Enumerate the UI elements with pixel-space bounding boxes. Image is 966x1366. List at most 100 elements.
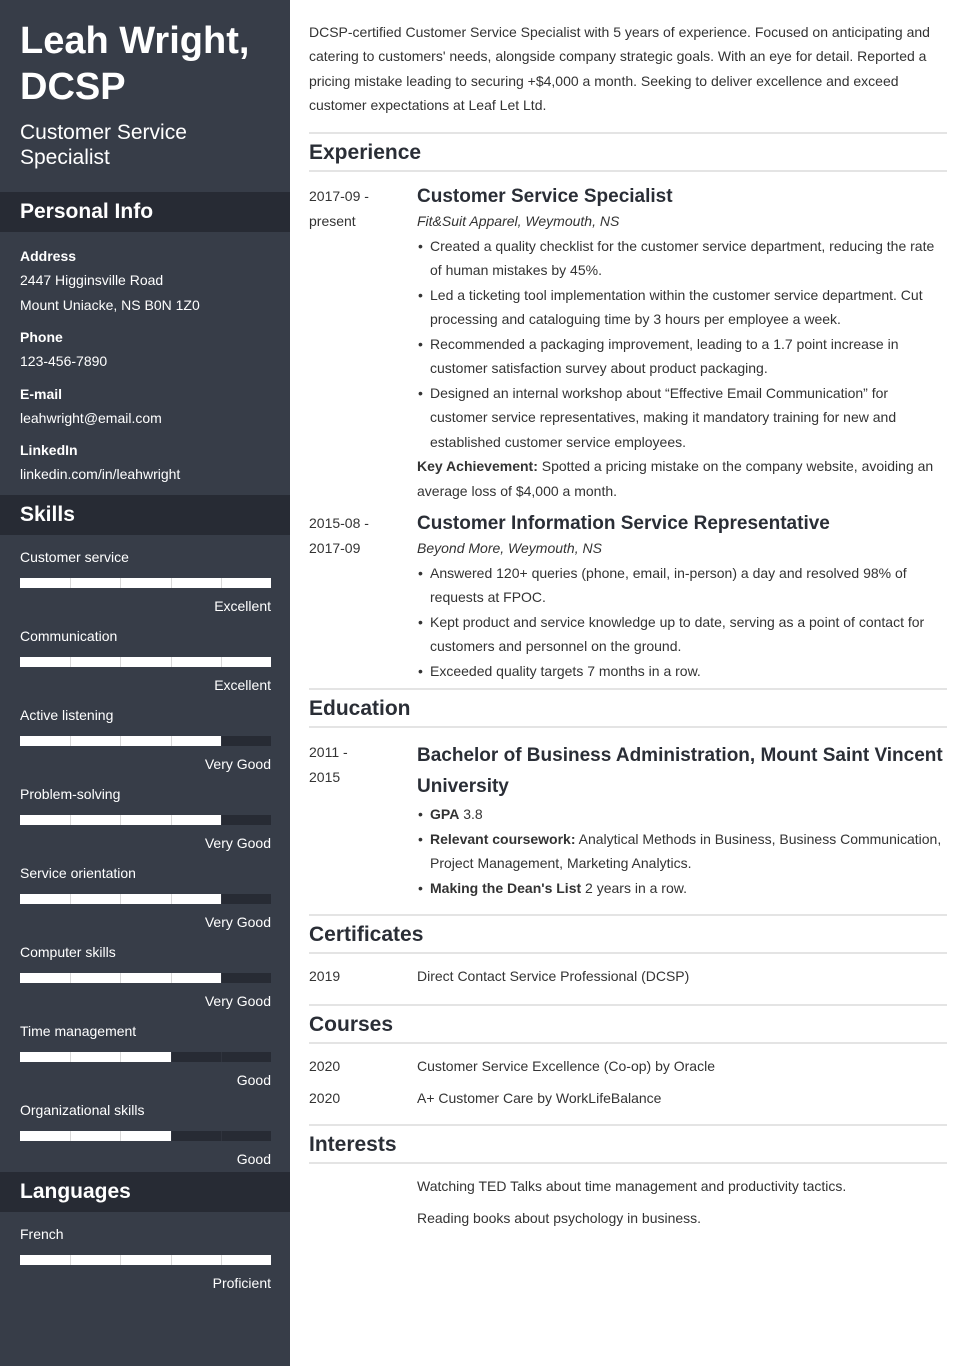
skill-level: Very Good bbox=[204, 834, 271, 851]
row-name: Direct Contact Service Professional (DCS… bbox=[417, 968, 690, 985]
skill-item: Communication Excellent bbox=[20, 624, 271, 703]
skill-rating-divider bbox=[70, 1254, 72, 1265]
row-year: 2020 bbox=[309, 1090, 341, 1107]
main-content: DCSP-certified Customer Service Speciali… bbox=[309, 0, 947, 1234]
skill-rating-divider bbox=[170, 577, 172, 588]
skill-rating-bar bbox=[20, 1254, 271, 1265]
address-group: Address 2447 Higginsville Road Mount Uni… bbox=[20, 244, 270, 317]
skill-item: Service orientation Very Good bbox=[20, 861, 271, 940]
education-bullets: GPA 3.8 Relevant coursework: Analytical … bbox=[417, 802, 947, 900]
skill-rating-fill bbox=[20, 1254, 271, 1265]
gpa-item: GPA 3.8 bbox=[417, 802, 947, 827]
key-achievement: Key Achievement: Spotted a pricing mista… bbox=[417, 454, 947, 503]
interest-spacer bbox=[309, 1202, 417, 1234]
title-line-1: Customer Service bbox=[20, 121, 187, 144]
skill-rating-divider bbox=[70, 893, 72, 904]
courses-list: 2020 Customer Service Excellence (Co-op) … bbox=[309, 1050, 947, 1114]
skill-rating-bar bbox=[20, 656, 271, 667]
skill-name: Problem-solving bbox=[20, 785, 121, 802]
skill-level: Excellent bbox=[214, 597, 271, 614]
skills-heading: Skills bbox=[0, 494, 290, 535]
experience-entry: 2017-09 - present Customer Service Special… bbox=[309, 184, 947, 503]
skill-rating-bar bbox=[20, 893, 271, 904]
skill-rating-divider bbox=[220, 735, 222, 746]
title-line-2: Specialist bbox=[20, 146, 110, 169]
email-label: E-mail bbox=[20, 385, 63, 402]
sidebar: Leah Wright, DCSP Customer Service Speci… bbox=[0, 0, 290, 1366]
skill-rating-divider bbox=[120, 814, 122, 825]
education-body: Bachelor of Business Administration, Mou… bbox=[417, 740, 947, 900]
skill-rating-bar bbox=[20, 1051, 271, 1062]
skill-name: Active listening bbox=[20, 706, 114, 723]
skill-item: Time management Good bbox=[20, 1019, 271, 1098]
row-name: Customer Service Excellence (Co-op) by O… bbox=[417, 1058, 715, 1075]
skill-rating-divider bbox=[120, 577, 122, 588]
interest-spacer bbox=[309, 1170, 417, 1202]
skill-rating-fill bbox=[20, 577, 271, 588]
job-title: Customer Service Specialist bbox=[0, 110, 290, 170]
skill-rating-divider bbox=[170, 893, 172, 904]
skill-rating-fill bbox=[20, 1130, 171, 1141]
coursework-label: Relevant coursework: bbox=[430, 830, 576, 847]
skill-rating-divider bbox=[120, 1130, 122, 1141]
skill-rating-divider bbox=[120, 735, 122, 746]
responsibility-item: Designed an internal workshop about “Eff… bbox=[417, 381, 947, 455]
gpa-value: 3.8 bbox=[459, 806, 483, 823]
skill-level: Good bbox=[236, 1071, 271, 1088]
skill-item: Computer skills Very Good bbox=[20, 940, 271, 1019]
address-line-1: 2447 Higginsville Road bbox=[20, 272, 164, 288]
skill-rating-divider bbox=[170, 972, 172, 983]
deans-list-value: 2 years in a row. bbox=[581, 879, 687, 896]
skill-rating-divider bbox=[170, 735, 172, 746]
row-year: 2019 bbox=[309, 968, 341, 985]
skill-rating-fill bbox=[20, 1051, 171, 1062]
summary: DCSP-certified Customer Service Speciali… bbox=[309, 24, 930, 113]
linkedin-group: LinkedIn linkedin.com/in/leahwright bbox=[20, 438, 270, 487]
list-row: 2019 Direct Contact Service Professional … bbox=[309, 960, 947, 992]
responsibility-item: Created a quality checklist for the cust… bbox=[417, 234, 947, 283]
skill-name: Communication bbox=[20, 627, 118, 644]
skill-rating-divider bbox=[170, 1254, 172, 1265]
skill-rating-divider bbox=[120, 893, 122, 904]
skill-rating-divider bbox=[70, 735, 72, 746]
skill-rating-divider bbox=[120, 1254, 122, 1265]
skill-name: Organizational skills bbox=[20, 1101, 145, 1118]
skill-rating-bar bbox=[20, 814, 271, 825]
gpa-label: GPA bbox=[430, 806, 460, 823]
skill-name: Time management bbox=[20, 1022, 137, 1039]
position-title: Customer Information Service Representat… bbox=[417, 513, 830, 535]
experience-body: Customer Service Specialist Fit&Suit Appa… bbox=[417, 184, 947, 503]
coursework-item: Relevant coursework: Analytical Methods … bbox=[417, 827, 947, 876]
skill-rating-divider bbox=[70, 1051, 72, 1062]
address-line-2: Mount Uniacke, NS B0N 1Z0 bbox=[20, 296, 200, 313]
skill-rating-divider bbox=[120, 1051, 122, 1062]
skill-item: Problem-solving Very Good bbox=[20, 782, 271, 861]
skill-item: Active listening Very Good bbox=[20, 703, 271, 782]
skill-rating-divider bbox=[220, 1254, 222, 1265]
education-entry: 2011 - 2015 Bachelor of Business Adminis… bbox=[309, 740, 947, 900]
interest-item: Reading books about psychology in busine… bbox=[309, 1202, 947, 1234]
linkedin-label: LinkedIn bbox=[20, 442, 78, 458]
responsibilities-list: Answered 120+ queries (phone, email, in-… bbox=[417, 561, 947, 684]
skill-rating-bar bbox=[20, 972, 271, 983]
skill-item: French Proficient bbox=[20, 1222, 271, 1301]
skill-rating-divider bbox=[70, 656, 72, 667]
skill-rating-fill bbox=[20, 656, 271, 667]
skill-name: Customer service bbox=[20, 548, 129, 565]
company-name: Fit&Suit Apparel, Weymouth, NS bbox=[417, 213, 620, 230]
education-date-end: 2015 bbox=[309, 768, 341, 785]
row-year: 2020 bbox=[309, 1058, 341, 1075]
responsibility-item: Recommended a packaging improvement, lea… bbox=[417, 332, 947, 381]
personal-info-heading: Personal Info bbox=[0, 192, 290, 232]
skill-level: Good bbox=[236, 1150, 271, 1167]
deans-list-item: Making the Dean's List 2 years in a row. bbox=[417, 876, 947, 901]
skill-level: Very Good bbox=[204, 755, 271, 772]
candidate-name: Leah Wright, DCSP bbox=[0, 0, 290, 110]
experience-date: 2015-08 - 2017-09 bbox=[309, 511, 417, 683]
courses-heading: Courses bbox=[309, 1004, 947, 1045]
position-title: Customer Service Specialist bbox=[417, 186, 673, 208]
skill-rating-divider bbox=[220, 577, 222, 588]
phone-label: Phone bbox=[20, 329, 63, 345]
experience-heading: Experience bbox=[309, 132, 947, 173]
education-heading: Education bbox=[309, 688, 947, 729]
